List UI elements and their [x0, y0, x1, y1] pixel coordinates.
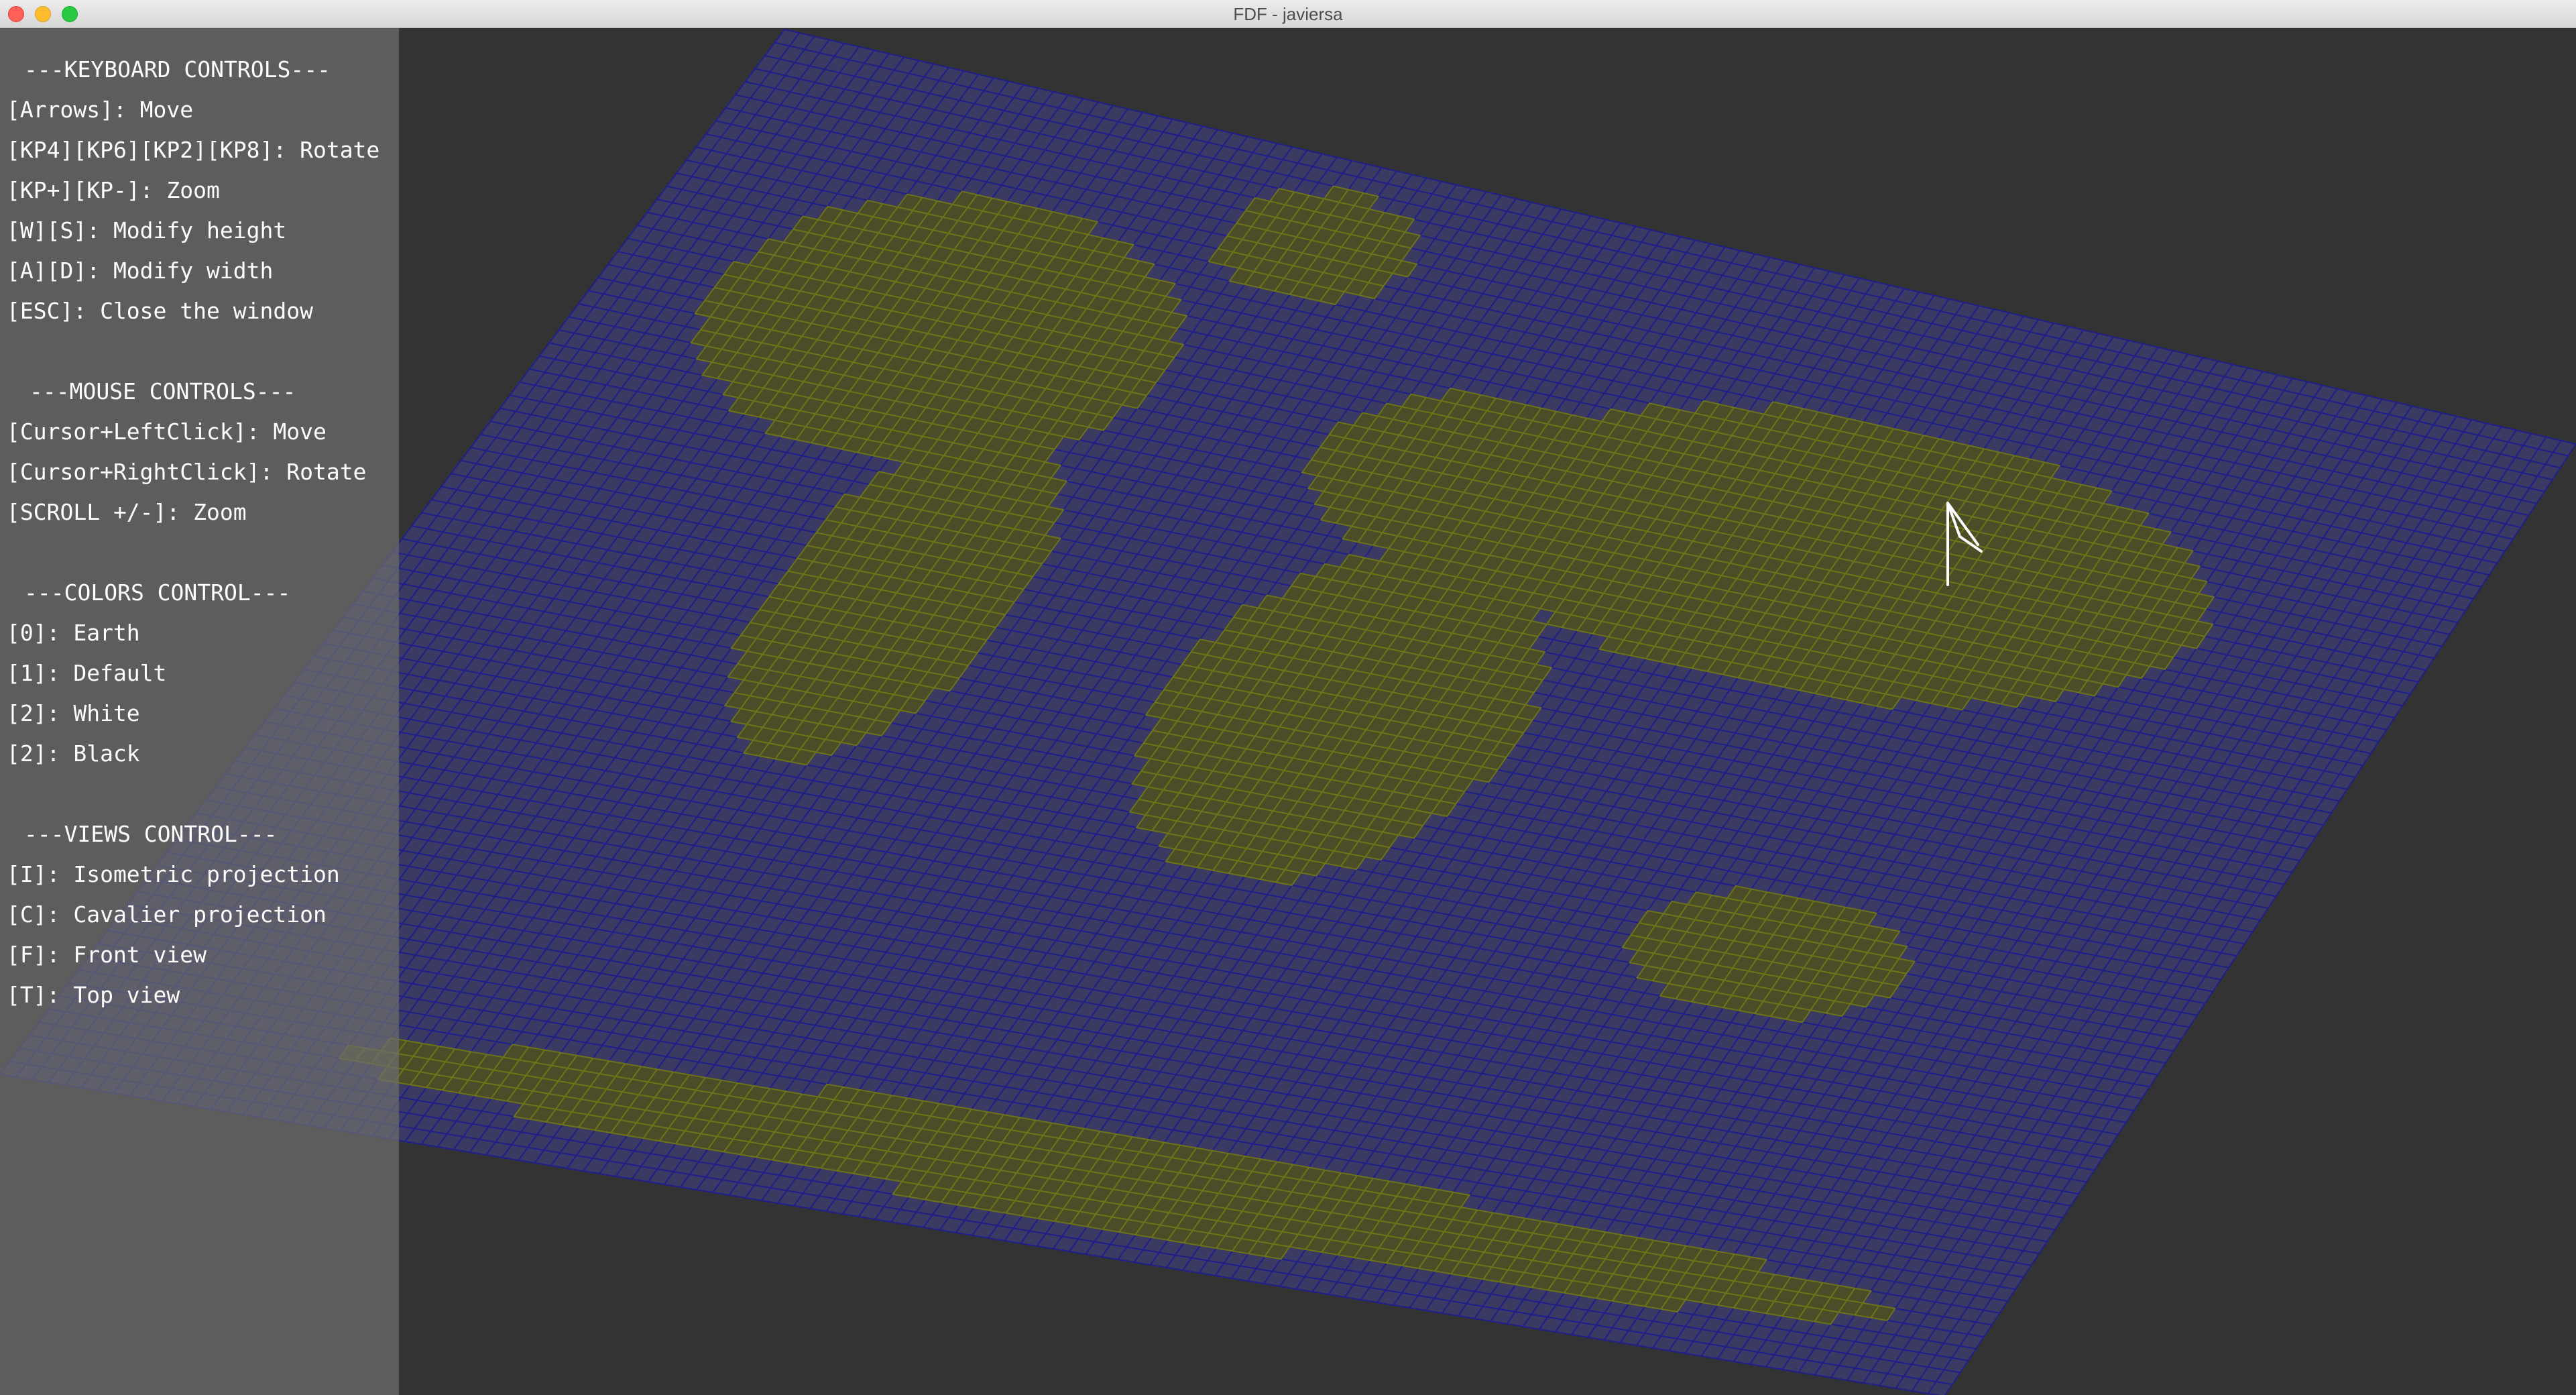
render-area[interactable]: ---KEYBOARD CONTROLS--- [Arrows]: Move […: [0, 28, 2576, 1395]
title-bar[interactable]: FDF - javiersa: [0, 0, 2576, 28]
fdf-window: FDF - javiersa ---KEYBOARD CONTROLS--- […: [0, 0, 2576, 1395]
window-title: FDF - javiersa: [1233, 4, 1343, 24]
